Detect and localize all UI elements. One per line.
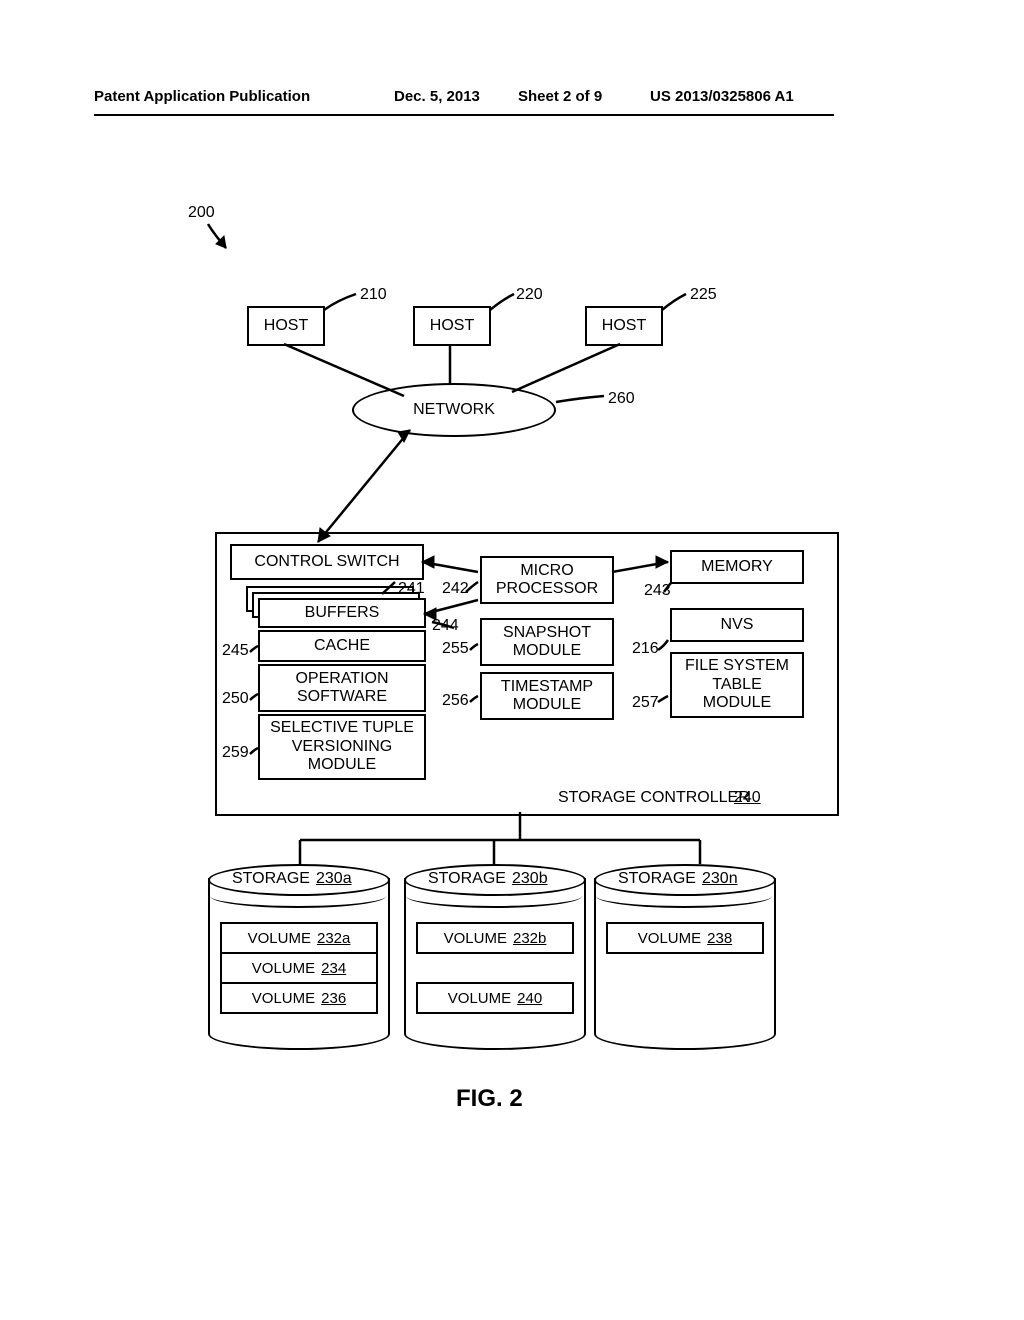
- page: Patent Application Publication Dec. 5, 2…: [0, 0, 1024, 1320]
- connectors-svg: [0, 0, 1024, 1320]
- figure-caption: FIG. 2: [456, 1085, 523, 1113]
- diagram-canvas: 200 HOST HOST HOST 210 220 225 NETWORK 2…: [0, 0, 1024, 1320]
